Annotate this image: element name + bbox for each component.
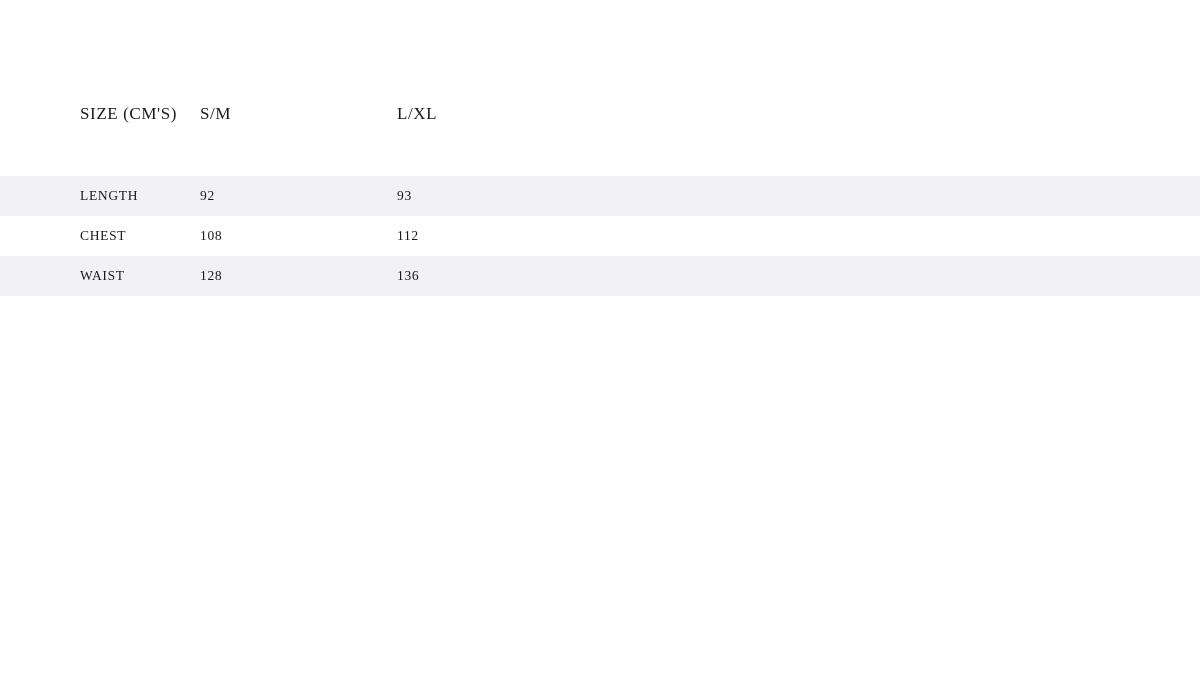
page-empty-area xyxy=(0,296,1200,682)
cell-waist-lxl: 136 xyxy=(397,256,1200,296)
column-header-size: SIZE (CM'S) xyxy=(0,0,200,176)
column-header-lxl: L/XL xyxy=(397,0,1200,176)
cell-chest-sm: 108 xyxy=(200,216,397,256)
cell-length-lxl: 93 xyxy=(397,176,1200,216)
cell-length-sm: 92 xyxy=(200,176,397,216)
table-row: LENGTH 92 93 xyxy=(0,176,1200,216)
size-guide-table: SIZE (CM'S) S/M L/XL LENGTH 92 93 CHEST … xyxy=(0,0,1200,296)
row-label-waist: WAIST xyxy=(0,256,200,296)
table-body: LENGTH 92 93 CHEST 108 112 WAIST 128 136 xyxy=(0,176,1200,296)
cell-waist-sm: 128 xyxy=(200,256,397,296)
cell-chest-lxl: 112 xyxy=(397,216,1200,256)
row-label-chest: CHEST xyxy=(0,216,200,256)
row-label-length: LENGTH xyxy=(0,176,200,216)
table-header: SIZE (CM'S) S/M L/XL xyxy=(0,0,1200,176)
table-row: WAIST 128 136 xyxy=(0,256,1200,296)
column-header-sm: S/M xyxy=(200,0,397,176)
table-row: CHEST 108 112 xyxy=(0,216,1200,256)
table-header-row: SIZE (CM'S) S/M L/XL xyxy=(0,0,1200,176)
